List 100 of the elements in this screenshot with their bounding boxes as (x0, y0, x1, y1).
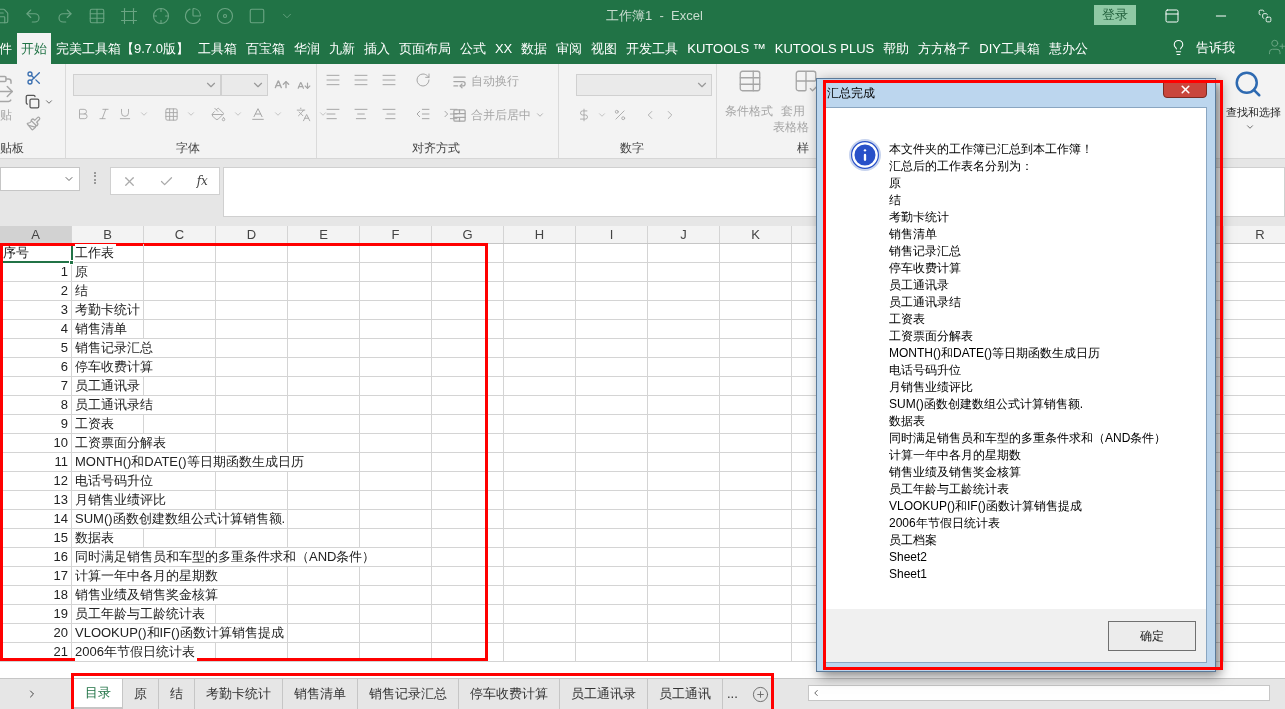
square-icon[interactable] (248, 6, 266, 25)
font-name-field[interactable] (73, 74, 221, 96)
login-button[interactable]: 登录 (1094, 5, 1136, 25)
table-cell: 21 (53, 643, 68, 661)
table-cell: 19 (53, 605, 68, 623)
crosshair-icon[interactable] (152, 6, 170, 25)
caret-icon[interactable] (139, 109, 149, 119)
column-header[interactable]: E (288, 226, 360, 243)
ribbon-tab[interactable]: KUTOOLS ™ (683, 33, 770, 64)
caret-icon[interactable] (186, 109, 196, 119)
restore-icon[interactable] (1258, 9, 1272, 23)
percent-icon[interactable] (613, 108, 627, 122)
column-header[interactable]: C (144, 226, 216, 243)
sheet-tab[interactable]: 员工通讯录 (560, 679, 648, 709)
horizontal-scrollbar[interactable] (808, 685, 1270, 701)
italic-icon[interactable] (97, 107, 111, 121)
ribbon-tab[interactable]: XX (490, 33, 517, 64)
ribbon-tab[interactable]: 审阅 (552, 33, 587, 64)
decrease-indent-icon[interactable] (415, 106, 431, 122)
align-left-icon[interactable] (325, 106, 341, 122)
conditional-format-icon[interactable] (737, 68, 763, 94)
caret-icon[interactable] (273, 109, 283, 119)
undo-icon[interactable] (24, 6, 42, 25)
ribbon-tab[interactable]: 视图 (587, 33, 622, 64)
font-size-field[interactable] (221, 74, 268, 96)
fill-color-icon[interactable] (211, 106, 226, 122)
orientation-icon[interactable] (415, 72, 431, 88)
align-bottom-icon[interactable] (381, 72, 397, 88)
caret-icon[interactable] (318, 109, 328, 119)
ribbon-tab[interactable]: 数据 (517, 33, 552, 64)
more-tabs-label[interactable]: ... (723, 684, 742, 704)
scroll-left-icon[interactable] (811, 688, 821, 698)
align-middle-icon[interactable] (353, 72, 369, 88)
ribbon-tab[interactable]: 工具箱 (193, 33, 241, 64)
ribbon-tab[interactable]: 九新 (324, 33, 359, 64)
increase-indent-icon[interactable] (443, 106, 459, 122)
ribbon-display-icon[interactable] (1164, 8, 1180, 24)
format-painter-icon[interactable] (26, 116, 41, 131)
column-header[interactable]: J (648, 226, 720, 243)
ribbon-tab[interactable]: 完美工具箱【9.7.0版】 (52, 33, 193, 64)
caret-icon[interactable] (1245, 122, 1255, 132)
ribbon-tab[interactable]: 慧办公 (1044, 33, 1092, 64)
pie-icon[interactable] (184, 6, 202, 25)
sheet-tab[interactable]: 销售记录汇总 (358, 679, 459, 709)
insert-function-button[interactable]: fx (196, 172, 208, 190)
column-header[interactable]: K (720, 226, 792, 243)
ribbon-tab[interactable]: 插入 (359, 33, 394, 64)
table-format-icon[interactable] (793, 68, 819, 94)
caret-icon[interactable] (233, 109, 243, 119)
ribbon-tab[interactable]: KUTOOLS PLUS (770, 33, 879, 64)
add-sheet-icon[interactable] (751, 685, 769, 703)
sheet-tab[interactable]: 结 (159, 679, 195, 709)
caret-icon[interactable] (597, 110, 607, 120)
copy-icon[interactable] (25, 94, 40, 109)
sheet-tab[interactable]: 员工通讯 (648, 679, 723, 709)
column-header[interactable]: F (360, 226, 432, 243)
phonetic-icon[interactable] (296, 106, 311, 122)
align-top-icon[interactable] (325, 72, 341, 88)
bold-icon[interactable] (76, 107, 90, 121)
fill-handle[interactable] (69, 260, 74, 265)
sheet-tab[interactable]: 原 (123, 679, 159, 709)
redo-icon[interactable] (56, 6, 74, 25)
font-color-icon[interactable] (250, 106, 266, 122)
table-icon[interactable] (88, 6, 106, 25)
sheet-tab[interactable]: 目录 (74, 679, 123, 709)
account-icon[interactable] (1268, 38, 1285, 56)
sheet-tab[interactable]: 考勤卡统计 (195, 679, 283, 709)
column-header[interactable]: D (216, 226, 288, 243)
find-select-label[interactable]: 查找和选择 (1226, 104, 1281, 121)
ribbon-tab[interactable]: DIY工具箱 (975, 33, 1044, 64)
column-header[interactable]: H (504, 226, 576, 243)
ribbon-tab[interactable]: 华润 (289, 33, 324, 64)
ribbon-tab[interactable]: 百宝箱 (241, 33, 289, 64)
align-center-icon[interactable] (353, 106, 369, 122)
underline-icon[interactable] (118, 107, 132, 121)
sheet-tab[interactable]: 停车收费计算 (459, 679, 560, 709)
disc-icon[interactable] (216, 6, 234, 25)
frame-icon[interactable] (120, 6, 138, 25)
search-icon[interactable] (1233, 69, 1263, 99)
copy-caret-icon[interactable] (44, 97, 54, 107)
ribbon-tab[interactable]: 公式 (455, 33, 490, 64)
sheet-tab[interactable]: 销售清单 (283, 679, 358, 709)
number-format-field[interactable] (576, 74, 712, 96)
ribbon-tab[interactable]: 开发工具 (622, 33, 683, 64)
ribbon-tab[interactable]: 开始 (17, 33, 51, 64)
border-icon[interactable] (164, 106, 179, 122)
column-header[interactable]: R (1224, 226, 1285, 243)
column-header[interactable]: G (432, 226, 504, 243)
align-right-icon[interactable] (381, 106, 397, 122)
ribbon-tab[interactable]: 方方格子 (914, 33, 975, 64)
column-header[interactable]: B (72, 226, 144, 243)
ribbon-tab[interactable]: 帮助 (879, 33, 914, 64)
ok-button[interactable]: 确定 (1108, 620, 1196, 651)
ribbon-tab[interactable]: 页面布局 (394, 33, 455, 64)
column-header[interactable]: A (0, 226, 72, 243)
name-box[interactable] (0, 167, 80, 191)
cut-icon[interactable] (26, 70, 42, 86)
currency-icon[interactable] (577, 108, 591, 122)
column-header[interactable]: I (576, 226, 648, 243)
tell-me-label[interactable]: 告诉我 (1196, 38, 1235, 58)
